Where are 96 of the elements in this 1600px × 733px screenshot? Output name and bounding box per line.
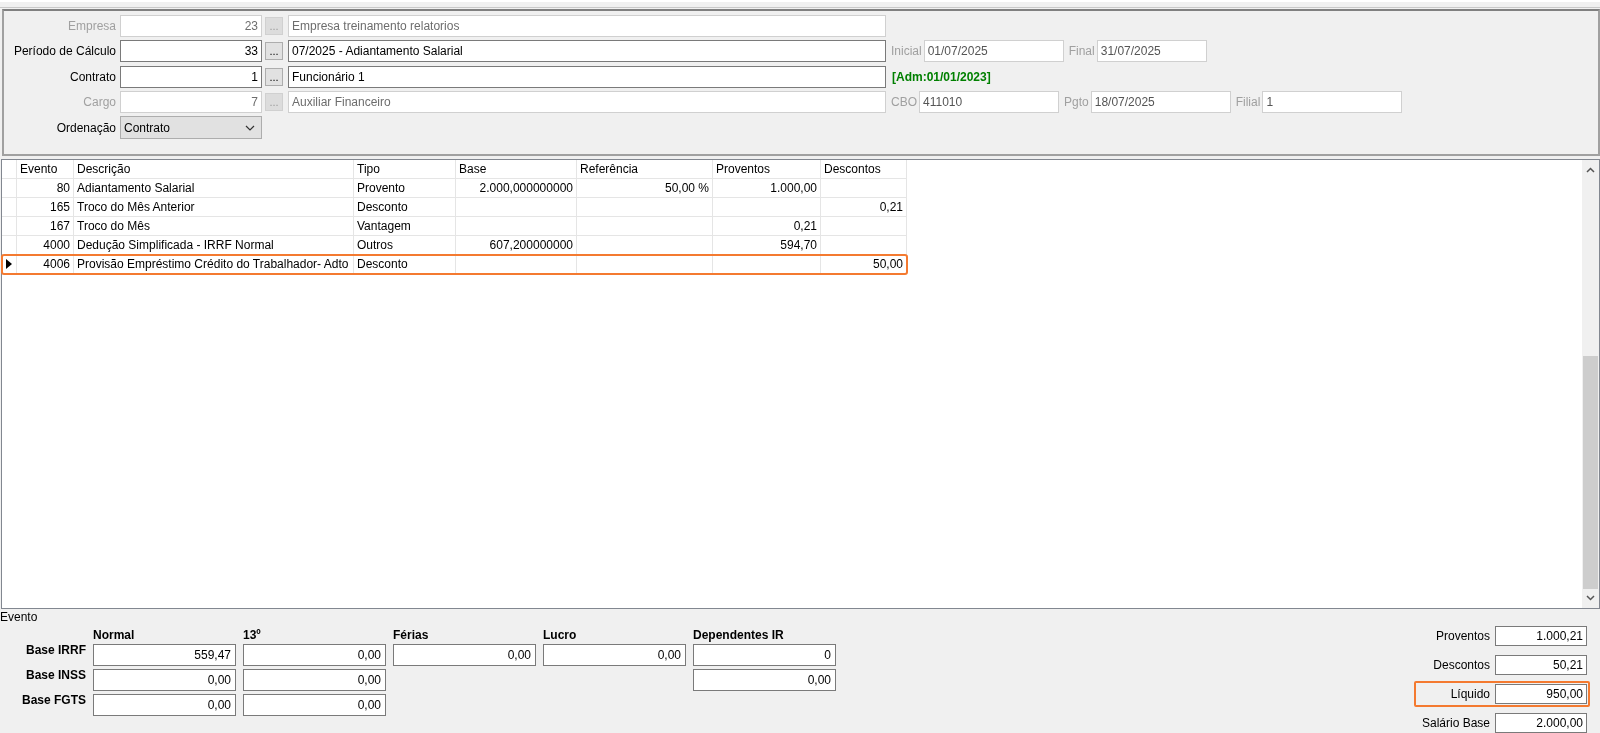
- section-label: Evento: [0, 611, 39, 625]
- column-header[interactable]: Proventos: [713, 160, 821, 179]
- column-label: Férias: [393, 630, 430, 641]
- description-field: Empresa treinamento relatorios: [288, 14, 886, 37]
- code-field[interactable]: 33: [120, 40, 262, 63]
- column-header[interactable]: Referência: [577, 160, 713, 179]
- value-field: 0,00: [243, 644, 386, 666]
- table-cell: 1.000,00: [713, 179, 821, 198]
- row-label: Base IRRF: [24, 644, 86, 659]
- table-cell: 4006: [17, 255, 74, 274]
- column-label: Normal: [93, 630, 136, 641]
- row-label: Base INSS: [24, 669, 86, 684]
- read-only-field: 411010: [919, 91, 1059, 114]
- scroll-up-icon[interactable]: [1586, 167, 1595, 173]
- column-header[interactable]: Tipo: [354, 160, 456, 179]
- table-cell: Troco do Mês Anterior: [74, 198, 354, 217]
- total-field: 1.000,21: [1495, 626, 1587, 646]
- value-field: 0,00: [393, 644, 536, 666]
- table-cell: Vantagem: [354, 217, 456, 236]
- table-cell: 50,00 %: [577, 179, 713, 198]
- table-cell: 594,70: [713, 236, 821, 255]
- value-field: 0,00: [243, 694, 386, 716]
- description-field[interactable]: Funcionário 1: [288, 65, 886, 88]
- total-label: Salário Base: [1421, 715, 1491, 732]
- lookup-button[interactable]: ...: [265, 67, 283, 86]
- lookup-button[interactable]: ...: [265, 42, 283, 61]
- read-only-field: 01/07/2025: [923, 40, 1064, 63]
- value-field: 0,00: [93, 694, 236, 716]
- table-cell: 0,21: [713, 217, 821, 236]
- value-field: 0: [693, 644, 836, 666]
- table-row[interactable]: 80 Adiantamento Salarial Provento 2.000,000000000 50,00 % 1.000,00: [2, 179, 907, 198]
- column-label: Lucro: [543, 630, 578, 641]
- table-row[interactable]: 4000 Dedução Simplificada - IRRF Normal Outros 607,200000000 594,70: [2, 236, 907, 255]
- table-row[interactable]: 165 Troco do Mês Anterior Desconto 0,21: [2, 198, 907, 217]
- column-header[interactable]: Base: [456, 160, 577, 179]
- total-field: 950,00: [1495, 684, 1587, 704]
- description-field: Auxiliar Financeiro: [288, 91, 886, 114]
- read-only-field: 1: [1262, 91, 1403, 114]
- code-field[interactable]: 1: [120, 65, 262, 88]
- row-indicator-header: [2, 160, 17, 179]
- table-row[interactable]: 167 Troco do Mês Vantagem 0,21: [2, 217, 907, 236]
- code-field: 23: [120, 14, 262, 37]
- field-label: Filial: [1235, 94, 1262, 112]
- read-only-field: 18/07/2025: [1090, 91, 1231, 114]
- table-cell: 50,00: [821, 255, 907, 274]
- field-label: Final: [1068, 43, 1096, 61]
- dropdown[interactable]: Contrato: [120, 116, 262, 140]
- table-cell: 165: [17, 198, 74, 217]
- total-label: Proventos: [1435, 628, 1491, 645]
- value-field: 0,00: [543, 644, 686, 666]
- table-cell: 607,200000000: [456, 236, 577, 255]
- scrollbar[interactable]: [1582, 160, 1599, 608]
- table-cell: 167: [17, 217, 74, 236]
- field-label: Inicial: [891, 43, 923, 61]
- table-cell: 4000: [17, 236, 74, 255]
- field-label: Empresa: [66, 17, 117, 35]
- field-label: Pgto: [1064, 94, 1090, 112]
- field-label: Cargo: [82, 94, 117, 112]
- admission-date-text: [Adm:01/01/2023]: [892, 68, 991, 86]
- scrollbar-thumb[interactable]: [1583, 356, 1598, 589]
- table-cell: Adiantamento Salarial: [74, 179, 354, 198]
- field-label: Ordenação: [55, 119, 117, 137]
- column-label: 13º: [243, 630, 262, 641]
- table-cell: Provisão Empréstimo Crédito do Trabalhador- Adto: [74, 255, 354, 274]
- total-field: 2.000,00: [1495, 713, 1587, 733]
- table-cell: Dedução Simplificada - IRRF Normal: [74, 236, 354, 255]
- table-cell: 0,21: [821, 198, 907, 217]
- field-label: Período de Cálculo: [12, 43, 117, 61]
- table-cell: Desconto: [354, 255, 456, 274]
- current-row-icon: [6, 259, 12, 269]
- column-header[interactable]: Descontos: [821, 160, 907, 179]
- field-label: CBO: [891, 94, 918, 112]
- table-cell: 80: [17, 179, 74, 198]
- column-header[interactable]: Evento: [17, 160, 74, 179]
- column-label: Dependentes IR: [693, 630, 785, 641]
- value-field: 0,00: [243, 669, 386, 691]
- read-only-field: 31/07/2025: [1096, 40, 1207, 63]
- total-label: Descontos: [1433, 657, 1491, 674]
- value-field: 559,47: [93, 644, 236, 666]
- column-header[interactable]: Descrição: [74, 160, 354, 179]
- value-field: 0,00: [93, 669, 236, 691]
- table-cell: Troco do Mês: [74, 217, 354, 236]
- value-field: 0,00: [693, 669, 836, 691]
- field-label: Contrato: [68, 68, 117, 86]
- description-field[interactable]: 07/2025 - Adiantamento Salarial: [288, 40, 886, 63]
- row-label: Base FGTS: [20, 694, 86, 709]
- total-field: 50,21: [1495, 655, 1587, 675]
- table-row[interactable]: 4006 Provisão Empréstimo Crédito do Trabalhador- Adto Desconto 50,00: [2, 255, 907, 274]
- scroll-down-icon[interactable]: [1586, 595, 1595, 601]
- table-cell: 2.000,000000000: [456, 179, 577, 198]
- total-label: Líquido: [1450, 686, 1491, 703]
- code-field: 7: [120, 91, 262, 114]
- table-cell: Provento: [354, 179, 456, 198]
- table-cell: Outros: [354, 236, 456, 255]
- chevron-down-icon: [245, 124, 255, 131]
- table-cell: Desconto: [354, 198, 456, 217]
